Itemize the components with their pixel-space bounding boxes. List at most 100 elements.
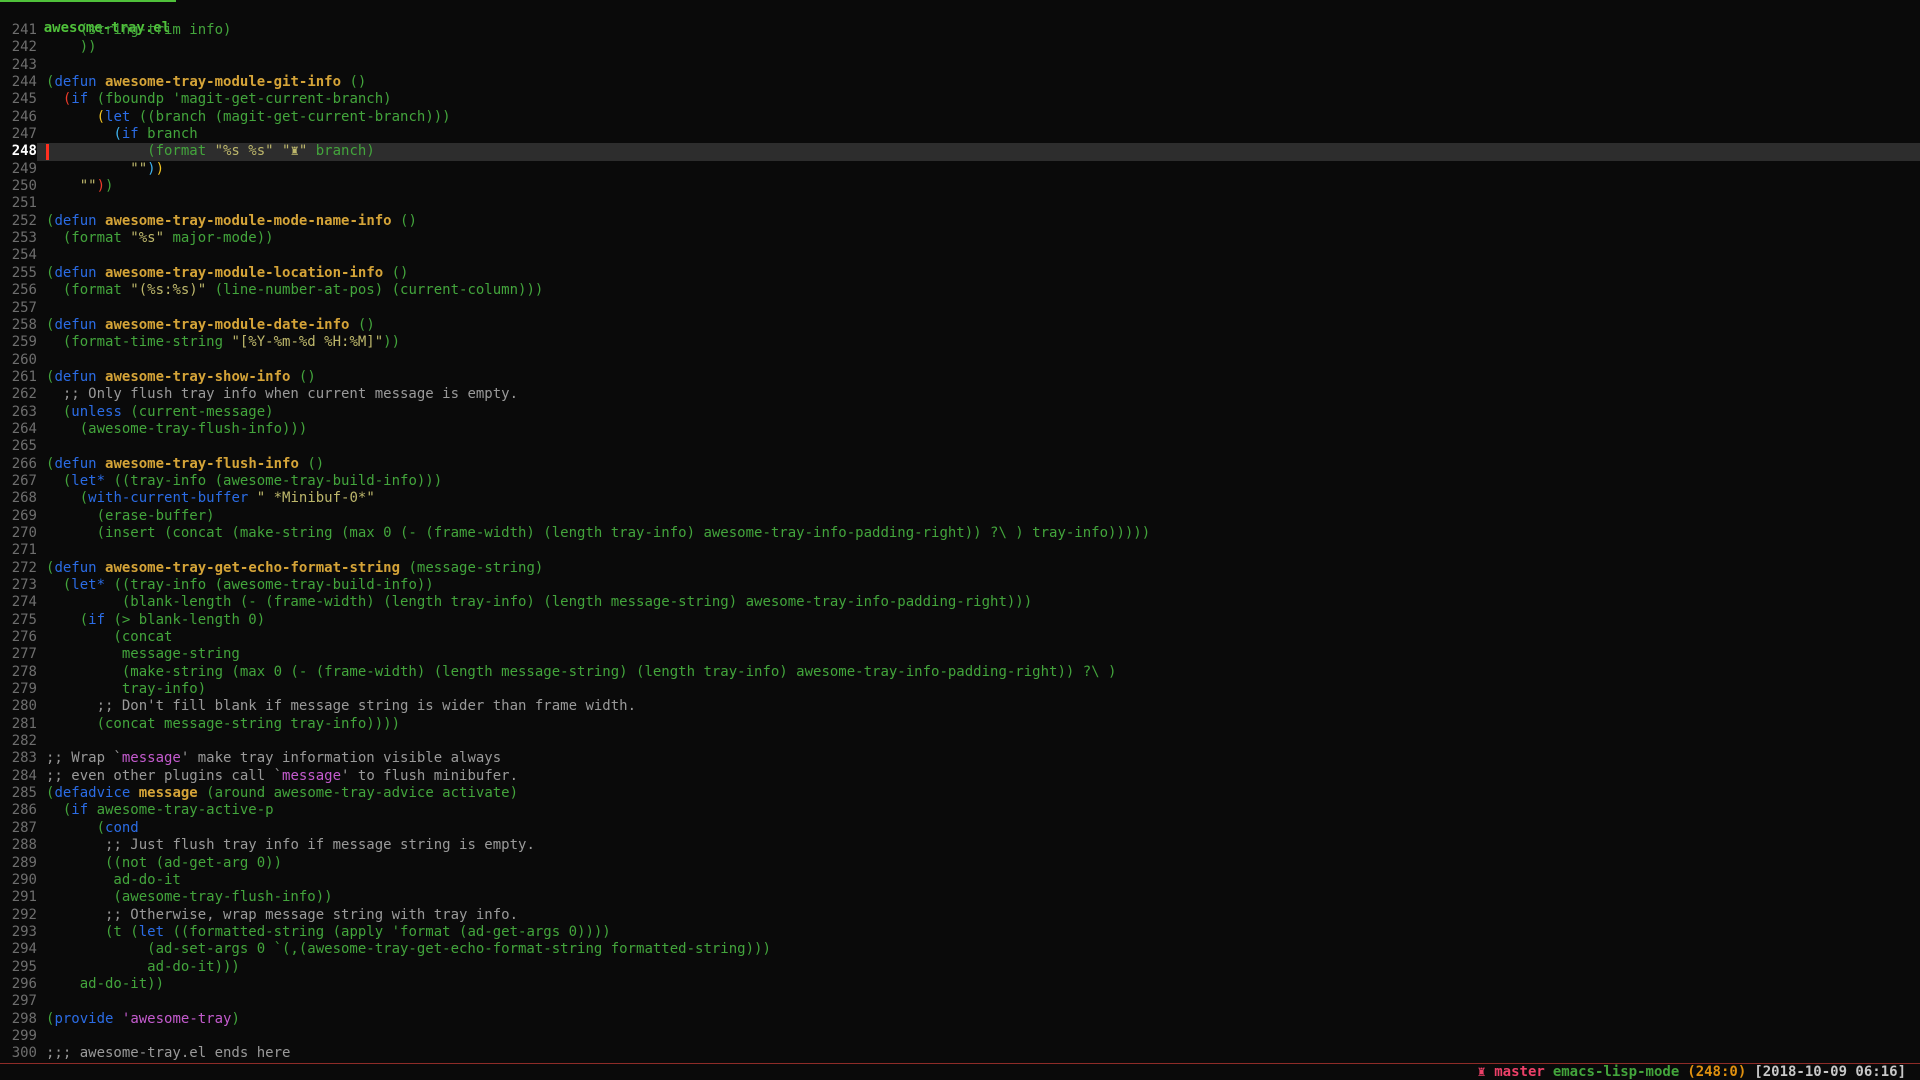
code-token: defun <box>54 74 96 90</box>
code-line[interactable]: 283;; Wrap `message' make tray informati… <box>0 750 1920 767</box>
code-line[interactable]: 279 tray-info) <box>0 681 1920 698</box>
code-line[interactable]: 272(defun awesome-tray-get-echo-format-s… <box>0 560 1920 577</box>
code-token: )) <box>383 334 400 350</box>
code-line[interactable]: 270 (insert (concat (make-string (max 0 … <box>0 525 1920 542</box>
code-line[interactable]: 261(defun awesome-tray-show-info () <box>0 369 1920 386</box>
code-line[interactable]: 297 <box>0 993 1920 1010</box>
code-token: (fboundp 'magit-get-current-branch) <box>88 91 391 107</box>
code-line[interactable]: 282 <box>0 733 1920 750</box>
code-line[interactable]: 286 (if awesome-tray-active-p <box>0 802 1920 819</box>
code-line-content: (format "(%s:%s)" (line-number-at-pos) (… <box>37 282 1920 299</box>
code-line[interactable]: 242 )) <box>0 39 1920 56</box>
code-line[interactable]: 277 message-string <box>0 646 1920 663</box>
code-line[interactable]: 298(provide 'awesome-tray) <box>0 1011 1920 1028</box>
tray-segment-date: [2018-10-09 06:16] <box>1754 1064 1906 1080</box>
code-token <box>46 126 113 142</box>
code-line[interactable]: 295 ad-do-it))) <box>0 959 1920 976</box>
code-line[interactable]: 299 <box>0 1028 1920 1045</box>
code-line-content: tray-info) <box>37 681 1920 698</box>
code-line[interactable]: 291 (awesome-tray-flush-info)) <box>0 889 1920 906</box>
code-line-content: (if branch <box>37 126 1920 143</box>
code-line[interactable]: 287 (cond <box>0 820 1920 837</box>
code-token: (line-number-at-pos) (current-column))) <box>206 282 543 298</box>
line-number: 256 <box>0 282 37 299</box>
code-line[interactable]: 292 ;; Otherwise, wrap message string wi… <box>0 907 1920 924</box>
code-line[interactable]: 256 (format "(%s:%s)" (line-number-at-po… <box>0 282 1920 299</box>
code-token: ;; Just flush tray info if message strin… <box>105 837 535 853</box>
code-line[interactable]: 280 ;; Don't fill blank if message strin… <box>0 698 1920 715</box>
code-line[interactable]: 252(defun awesome-tray-module-mode-name-… <box>0 213 1920 230</box>
code-line[interactable]: 296 ad-do-it)) <box>0 976 1920 993</box>
line-number: 283 <box>0 750 37 767</box>
line-number: 290 <box>0 872 37 889</box>
code-token <box>97 456 105 472</box>
code-token: ((tray-info (awesome-tray-build-info)) <box>105 577 434 593</box>
line-number: 254 <box>0 247 37 264</box>
code-token: "(%s:%s)" <box>130 282 206 298</box>
code-token: let* <box>71 577 105 593</box>
code-line[interactable]: 253 (format "%s" major-mode)) <box>0 230 1920 247</box>
code-line[interactable]: 281 (concat message-string tray-info)))) <box>0 716 1920 733</box>
code-token: awesome-tray-get-echo-format-string <box>105 560 400 576</box>
code-line[interactable]: 273 (let* ((tray-info (awesome-tray-buil… <box>0 577 1920 594</box>
code-line[interactable]: 254 <box>0 247 1920 264</box>
code-line[interactable]: 266(defun awesome-tray-flush-info () <box>0 456 1920 473</box>
code-token: () <box>392 213 417 229</box>
code-line-content <box>37 57 1920 74</box>
code-line[interactable]: 290 ad-do-it <box>0 872 1920 889</box>
code-line[interactable]: 246 (let ((branch (magit-get-current-bra… <box>0 109 1920 126</box>
code-line[interactable]: 251 <box>0 195 1920 212</box>
code-line[interactable]: 259 (format-time-string "[%Y-%m-%d %H:%M… <box>0 334 1920 351</box>
code-line[interactable]: 241 (string-trim info) <box>0 22 1920 39</box>
code-line[interactable]: 263 (unless (current-message) <box>0 404 1920 421</box>
code-line[interactable]: 278 (make-string (max 0 (- (frame-width)… <box>0 664 1920 681</box>
code-line[interactable]: 269 (erase-buffer) <box>0 508 1920 525</box>
line-number: 300 <box>0 1045 37 1062</box>
code-token: ( <box>97 109 105 125</box>
line-number: 280 <box>0 698 37 715</box>
code-line[interactable]: 288 ;; Just flush tray info if message s… <box>0 837 1920 854</box>
code-line[interactable]: 255(defun awesome-tray-module-location-i… <box>0 265 1920 282</box>
code-line[interactable]: 267 (let* ((tray-info (awesome-tray-buil… <box>0 473 1920 490</box>
code-token: ((branch (magit-get-current-branch))) <box>130 109 450 125</box>
code-line-content: (if (fboundp 'magit-get-current-branch) <box>37 91 1920 108</box>
code-token: awesome-tray-module-date-info <box>105 317 349 333</box>
code-line[interactable]: 275 (if (> blank-length 0) <box>0 612 1920 629</box>
code-line[interactable]: 243 <box>0 57 1920 74</box>
tray-segment-location: (248:0) <box>1687 1064 1746 1080</box>
code-line[interactable]: 258(defun awesome-tray-module-date-info … <box>0 317 1920 334</box>
code-token: (format <box>46 143 215 159</box>
code-line[interactable]: 265 <box>0 438 1920 455</box>
line-number: 257 <box>0 300 37 317</box>
code-line[interactable]: 274 (blank-length (- (frame-width) (leng… <box>0 594 1920 611</box>
code-line[interactable]: 249 "")) <box>0 161 1920 178</box>
code-line[interactable]: 271 <box>0 542 1920 559</box>
line-number: 249 <box>0 161 37 178</box>
code-line[interactable]: 285(defadvice message (around awesome-tr… <box>0 785 1920 802</box>
line-number: 294 <box>0 941 37 958</box>
code-line[interactable]: 260 <box>0 352 1920 369</box>
code-line-content: (string-trim info) <box>37 22 1920 39</box>
line-number: 292 <box>0 907 37 924</box>
code-line[interactable]: 244(defun awesome-tray-module-git-info (… <box>0 74 1920 91</box>
code-line[interactable]: 248 (format "%s %s" "♜" branch) <box>0 143 1920 160</box>
code-token: defun <box>54 317 96 333</box>
code-line[interactable]: 289 ((not (ad-get-arg 0)) <box>0 855 1920 872</box>
code-line[interactable]: 284;; even other plugins call `message' … <box>0 768 1920 785</box>
line-number: 259 <box>0 334 37 351</box>
code-line[interactable]: 268 (with-current-buffer " *Minibuf-0*" <box>0 490 1920 507</box>
code-line[interactable]: 293 (t (let ((formatted-string (apply 'f… <box>0 924 1920 941</box>
code-line[interactable]: 245 (if (fboundp 'magit-get-current-bran… <box>0 91 1920 108</box>
code-line[interactable]: 300;;; awesome-tray.el ends here <box>0 1045 1920 1062</box>
buffer-tab-active[interactable]: awesome-tray.el <box>0 0 176 22</box>
code-line[interactable]: 250 "")) <box>0 178 1920 195</box>
code-token <box>46 837 105 853</box>
code-token: (blank-length (- (frame-width) (length t… <box>46 594 1032 610</box>
code-token: message-string <box>46 646 240 662</box>
code-line[interactable]: 294 (ad-set-args 0 `(,(awesome-tray-get-… <box>0 941 1920 958</box>
code-line[interactable]: 257 <box>0 300 1920 317</box>
code-line[interactable]: 247 (if branch <box>0 126 1920 143</box>
code-line[interactable]: 264 (awesome-tray-flush-info))) <box>0 421 1920 438</box>
code-line[interactable]: 276 (concat <box>0 629 1920 646</box>
code-line[interactable]: 262 ;; Only flush tray info when current… <box>0 386 1920 403</box>
